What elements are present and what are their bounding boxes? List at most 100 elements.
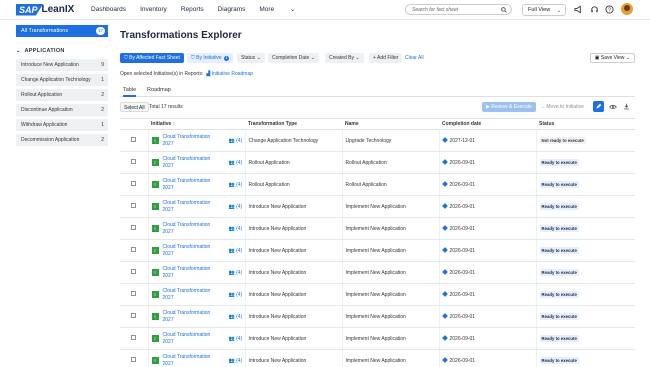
initiative-link[interactable]: Cloud Transformation 2027 [163, 134, 218, 147]
filter-label: Status [241, 55, 256, 61]
subscribers[interactable]: 👥 (4) [229, 204, 243, 210]
initiative-link[interactable]: Cloud Transformation 2027 [163, 200, 218, 213]
date-cell: 2026-09-01 [438, 327, 536, 350]
nav-inventory[interactable]: Inventory [140, 0, 167, 20]
download-icon[interactable] [621, 101, 632, 112]
headset-icon[interactable] [590, 5, 599, 14]
sidebar-item-withdraw-application[interactable]: Withdraw Application 1 [16, 119, 108, 131]
completion-date: 2026-09-01 [449, 335, 476, 342]
initiative-link[interactable]: Cloud Transformation 2027 [163, 222, 218, 235]
subscribers[interactable]: 👥 (4) [229, 358, 243, 364]
help-icon[interactable]: ? [605, 5, 614, 14]
avatar[interactable] [621, 3, 633, 15]
initiative-link[interactable]: Cloud Transformation 2027 [163, 288, 218, 301]
table-row[interactable]: I Cloud Transformation 2027 👥 (4) Introduce… [120, 305, 635, 328]
initiative-link[interactable]: Cloud Transformation 2027 [163, 310, 218, 323]
initiative-link[interactable]: Cloud Transformation 2027 [163, 266, 218, 279]
table-row[interactable]: I Cloud Transformation 2027 👥 (4) Introduce… [120, 283, 635, 306]
leanix-logo[interactable]: SAP LeanIX [16, 3, 74, 16]
tab-table[interactable]: Table [123, 85, 137, 97]
edit-icon[interactable] [593, 101, 604, 112]
eye-icon[interactable] [607, 101, 618, 112]
row-checkbox[interactable] [131, 181, 136, 186]
subscribers[interactable]: 👥 (4) [229, 138, 243, 144]
clear-all-link[interactable]: Clear All [405, 53, 424, 63]
view-select[interactable]: Full View ⌄ [522, 4, 566, 16]
sidebar-item-introduce-new-application[interactable]: Introduce New Application 9 [16, 59, 108, 71]
move-to-initiative-button[interactable]: → Move to Initiative [540, 102, 584, 112]
sidebar-item-all-transformations[interactable]: All Transformations 17 [16, 25, 108, 37]
table-row[interactable]: I Cloud Transformation 2027 👥 (4) Introduce… [120, 195, 635, 218]
subscribers[interactable]: 👥 (4) [229, 182, 243, 188]
filter-by-affected-fact-sheet[interactable]: ⛉ By Affected Fact Sheet [120, 53, 184, 63]
initiative-type-icon: I [151, 357, 159, 364]
review-execute-button[interactable]: ▶ Review & Execute [482, 102, 536, 112]
column-header-completion-date[interactable]: Completion date [439, 118, 536, 130]
status-badge: Ready to execute [539, 225, 579, 232]
table-row[interactable]: I Cloud Transformation 2027 👥 (4) Rollout A… [120, 173, 635, 196]
row-checkbox[interactable] [131, 357, 136, 362]
row-checkbox[interactable] [131, 291, 136, 296]
initiative-link[interactable]: Cloud Transformation 2027 [163, 332, 218, 345]
status-cell: Ready to execute [535, 305, 635, 328]
column-header-name[interactable]: Name [342, 118, 439, 130]
subscribers[interactable]: 👥 (4) [229, 226, 243, 232]
sidebar-item-decommission-application[interactable]: Decommission Application 2 [16, 134, 108, 146]
filter-status[interactable]: Status ⌄ [237, 53, 265, 63]
milestone-diamond-icon [441, 312, 448, 319]
table-row[interactable]: I Cloud Transformation 2027 👥 (4) Introduce… [120, 217, 635, 240]
section-header-application[interactable]: ⌄ APPLICATION [16, 46, 108, 56]
initiative-cell: I Cloud Transformation 2027 👥 (4) [147, 283, 245, 306]
completion-date: 2026-09-01 [449, 291, 476, 298]
table-row[interactable]: I Cloud Transformation 2027 👥 (4) Introduce… [120, 349, 635, 367]
save-view-button[interactable]: ▣ Save View ⌄ [589, 53, 635, 63]
initiative-cell: I Cloud Transformation 2027 👥 (4) [147, 151, 245, 174]
nav-dashboards[interactable]: Dashboards [91, 0, 126, 20]
table-row[interactable]: I Cloud Transformation 2027 👥 (4) Introduce… [120, 261, 635, 284]
table-row[interactable]: I Cloud Transformation 2027 👥 (4) Introduce… [120, 239, 635, 262]
row-checkbox[interactable] [131, 313, 136, 318]
row-checkbox[interactable] [131, 203, 136, 208]
row-checkbox[interactable] [131, 247, 136, 252]
table-row[interactable]: I Cloud Transformation 2027 👥 (4) Introduce… [120, 327, 635, 350]
column-header-status[interactable]: Status [536, 118, 635, 130]
sidebar-item-discontinue-application[interactable]: Discontinue Application 2 [16, 104, 108, 116]
select-all-button[interactable]: Select All [120, 102, 149, 112]
table-row[interactable]: I Cloud Transformation 2027 👥 (4) Change Ap… [120, 129, 635, 152]
row-checkbox-cell [120, 283, 148, 306]
initiative-link[interactable]: Cloud Transformation 2027 [163, 178, 218, 191]
row-checkbox[interactable] [131, 137, 136, 142]
subscribers[interactable]: 👥 (4) [229, 336, 243, 342]
subscribers[interactable]: 👥 (4) [229, 270, 243, 276]
nav-reports[interactable]: Reports [181, 0, 204, 20]
row-checkbox[interactable] [131, 159, 136, 164]
sidebar-item-change-application-technology[interactable]: Change Application Technology 1 [16, 74, 108, 86]
sidebar-item-rollout-application[interactable]: Rollout Application 2 [16, 89, 108, 101]
initiative-link[interactable]: Cloud Transformation 2027 [163, 156, 218, 169]
people-icon: 👥 [228, 357, 237, 364]
subscribers[interactable]: 👥 (4) [229, 314, 243, 320]
search-input[interactable]: Search for fact sheet [405, 4, 512, 15]
megaphone-icon[interactable] [574, 5, 583, 14]
row-checkbox[interactable] [131, 269, 136, 274]
nav-more[interactable]: More ⌄ [259, 0, 309, 20]
subscribers[interactable]: 👥 (4) [229, 248, 243, 254]
filter-completion-date[interactable]: Completion Date ⌄ [268, 53, 319, 63]
filter-created-by[interactable]: Created By ⌄ [325, 53, 364, 63]
add-filter-button[interactable]: + Add Filter [369, 53, 403, 63]
filter-by-initiative[interactable]: ⛉ By Initiative 1 [187, 53, 234, 63]
subscribers[interactable]: 👥 (4) [229, 292, 243, 298]
subscribers[interactable]: 👥 (4) [229, 160, 243, 166]
column-header-type[interactable]: Transformation Type [245, 118, 342, 130]
table-row[interactable]: I Cloud Transformation 2027 👥 (4) Rollout A… [120, 151, 635, 174]
row-checkbox[interactable] [131, 335, 136, 340]
tab-roadmap[interactable]: Roadmap [147, 85, 171, 95]
initiative-roadmap-link[interactable]: ▟ Initiative Roadmap [206, 71, 253, 77]
people-icon: 👥 [228, 335, 237, 342]
row-checkbox[interactable] [131, 225, 136, 230]
initiative-link[interactable]: Cloud Transformation 2027 [163, 354, 218, 367]
initiative-cell: I Cloud Transformation 2027 👥 (4) [147, 305, 245, 328]
nav-diagrams[interactable]: Diagrams [218, 0, 246, 20]
initiative-link[interactable]: Cloud Transformation 2027 [163, 244, 218, 257]
column-header-initiative[interactable]: Initiative ↑ [148, 118, 245, 130]
